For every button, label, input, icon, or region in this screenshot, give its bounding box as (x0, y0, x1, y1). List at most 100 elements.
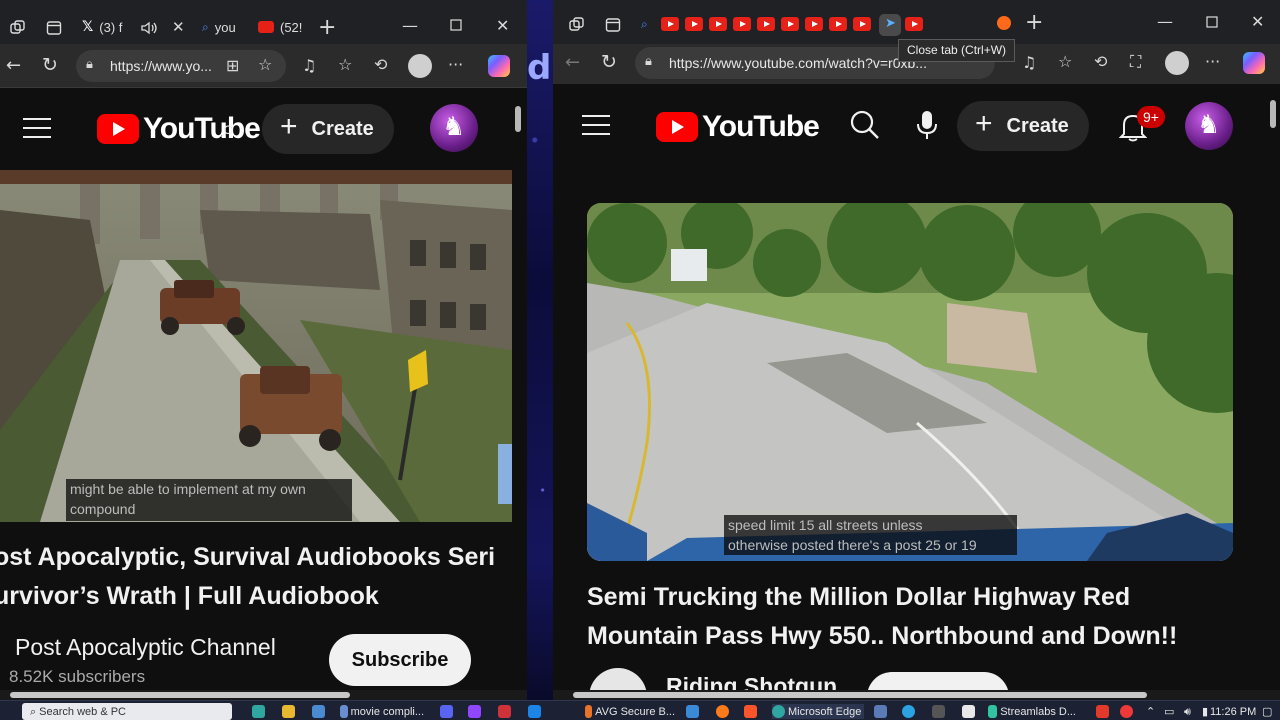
more-options-icon[interactable]: ··· (1205, 54, 1220, 70)
refresh-icon[interactable]: ↻ (42, 56, 58, 75)
back-icon[interactable]: ← (6, 57, 21, 75)
video-frame (0, 170, 512, 522)
music-icon[interactable]: ♫ (302, 58, 316, 74)
video-player[interactable]: might be able to implement at my own com… (0, 170, 512, 522)
scroll-thumb[interactable] (573, 692, 1147, 698)
clock[interactable]: 11:26 PM (1210, 704, 1256, 719)
bluesky-taskbar-icon[interactable] (528, 704, 541, 719)
edge-taskbar-icon[interactable] (252, 704, 265, 719)
taskbar-item-movie[interactable]: movie compli... (340, 704, 424, 719)
create-button[interactable]: + Create (957, 101, 1089, 151)
search-tab-icon[interactable]: ⌕ (641, 18, 648, 30)
favorites-icon[interactable]: ☆ (338, 57, 352, 73)
network-icon[interactable]: ▭ (1164, 704, 1174, 719)
menu-icon[interactable] (582, 115, 610, 135)
tab-youtube[interactable]: (52! (258, 10, 302, 44)
microphone-icon[interactable] (916, 110, 938, 140)
youtube-tab[interactable] (829, 17, 847, 31)
battery-icon[interactable]: ▮ (1202, 704, 1208, 719)
telegram-taskbar-icon[interactable] (902, 704, 915, 719)
youtube-tab[interactable] (757, 17, 775, 31)
notification-center-icon[interactable]: ▢ (1262, 704, 1272, 719)
youtube-tab[interactable] (733, 17, 751, 31)
tray-chevron-icon[interactable]: ⌃ (1146, 704, 1155, 719)
left-horizontal-scrollbar[interactable] (0, 690, 527, 700)
red-app-taskbar-icon[interactable] (1096, 704, 1109, 719)
speaker-icon[interactable] (140, 20, 158, 36)
scroll-thumb[interactable] (515, 106, 521, 132)
right-horizontal-scrollbar[interactable] (553, 690, 1280, 700)
new-tab-icon[interactable]: + (1025, 12, 1043, 34)
search-icon[interactable] (850, 110, 880, 140)
profile-icon[interactable] (1165, 51, 1189, 75)
vivaldi-taskbar-icon[interactable] (1120, 704, 1133, 719)
youtube-tab[interactable] (805, 17, 823, 31)
app-taskbar-icon[interactable] (498, 704, 511, 719)
maximize-icon[interactable] (450, 19, 462, 31)
more-options-icon[interactable]: ··· (448, 57, 463, 73)
right-vertical-scrollbar[interactable] (1268, 86, 1278, 690)
minimize-icon[interactable]: — (402, 18, 418, 34)
folder-taskbar-icon[interactable] (282, 704, 295, 719)
close-window-icon[interactable]: ✕ (496, 18, 509, 34)
volume-icon[interactable]: 🔊︎ (1184, 704, 1191, 719)
firefox-taskbar-icon[interactable] (716, 704, 729, 719)
brave-taskbar-icon[interactable] (744, 704, 757, 719)
tab-actions-icon[interactable] (605, 17, 621, 33)
tab-actions-icon[interactable] (46, 20, 62, 36)
tab-search[interactable]: ⌕ you (202, 10, 236, 44)
taskbar-search-box[interactable]: ⌕ Search web & PC (22, 703, 232, 720)
back-icon[interactable]: ← (565, 54, 580, 72)
app2-taskbar-icon[interactable] (932, 704, 945, 719)
close-tab-icon[interactable]: ✕ (172, 20, 185, 35)
youtube-tab[interactable] (661, 17, 679, 31)
taskbar-item-streamlabs[interactable]: Streamlabs D... (988, 704, 1076, 719)
brave-tab-icon[interactable] (997, 16, 1011, 30)
channel-name[interactable]: Post Apocalyptic Channel (15, 634, 276, 661)
create-button[interactable]: + Create (262, 104, 394, 154)
search-icon[interactable]: ⌕ (221, 116, 236, 142)
pdf-taskbar-icon[interactable] (962, 704, 975, 719)
menu-icon[interactable] (23, 118, 51, 138)
history-icon[interactable]: ⟲ (374, 57, 387, 73)
profile-icon[interactable] (408, 54, 432, 78)
workspaces-icon[interactable] (569, 17, 585, 33)
youtube-tab[interactable] (709, 17, 727, 31)
screenshot-icon[interactable]: ⛶ (1130, 54, 1141, 70)
scroll-thumb[interactable] (1270, 100, 1276, 128)
store-taskbar-icon[interactable] (312, 704, 325, 719)
copilot-icon[interactable] (488, 55, 510, 77)
workspaces-icon[interactable] (10, 20, 26, 36)
twitch-taskbar-icon[interactable] (468, 704, 481, 719)
new-tab-icon[interactable]: + (318, 17, 336, 39)
refresh-icon[interactable]: ↻ (601, 53, 617, 72)
youtube-header: YouTube ⌕ + Create (0, 88, 527, 172)
close-window-icon[interactable]: ✕ (1251, 14, 1264, 30)
avatar[interactable] (1185, 102, 1233, 150)
monitor-taskbar-icon[interactable] (686, 704, 699, 719)
youtube-tab[interactable] (853, 17, 871, 31)
youtube-logo[interactable]: YouTube (656, 110, 820, 144)
discord-taskbar-icon[interactable] (440, 704, 453, 719)
youtube-tab[interactable] (905, 17, 923, 31)
taskbar-item-avg[interactable]: AVG Secure B... (585, 704, 675, 719)
app-available-icon[interactable]: ⊞ (226, 58, 239, 74)
left-vertical-scrollbar[interactable] (513, 88, 523, 700)
video-player[interactable]: speed limit 15 all streets unless otherw… (587, 203, 1233, 561)
youtube-tab[interactable] (781, 17, 799, 31)
favorites-icon[interactable]: ☆ (1058, 54, 1072, 70)
scroll-thumb[interactable] (10, 692, 350, 698)
subscribe-button[interactable]: Subscribe (329, 634, 471, 686)
avatar[interactable] (430, 104, 478, 152)
favorite-star-icon[interactable]: ☆ (258, 57, 272, 73)
history-icon[interactable]: ⟲ (1094, 54, 1107, 70)
taskbar-item-edge[interactable]: Microsoft Edge (772, 704, 864, 719)
copilot-icon[interactable] (1243, 52, 1265, 74)
youtube-tab[interactable] (685, 17, 703, 31)
shield-taskbar-icon[interactable] (874, 704, 887, 719)
maximize-icon[interactable] (1206, 16, 1218, 28)
music-icon[interactable]: ♫ (1022, 55, 1036, 71)
minimize-icon[interactable]: — (1157, 14, 1173, 30)
tab-twitter[interactable]: 𝕏 (3) f (82, 10, 122, 44)
left-url-field[interactable]: 🔒︎ https://www.yo... ⊞ ☆ (76, 50, 286, 82)
